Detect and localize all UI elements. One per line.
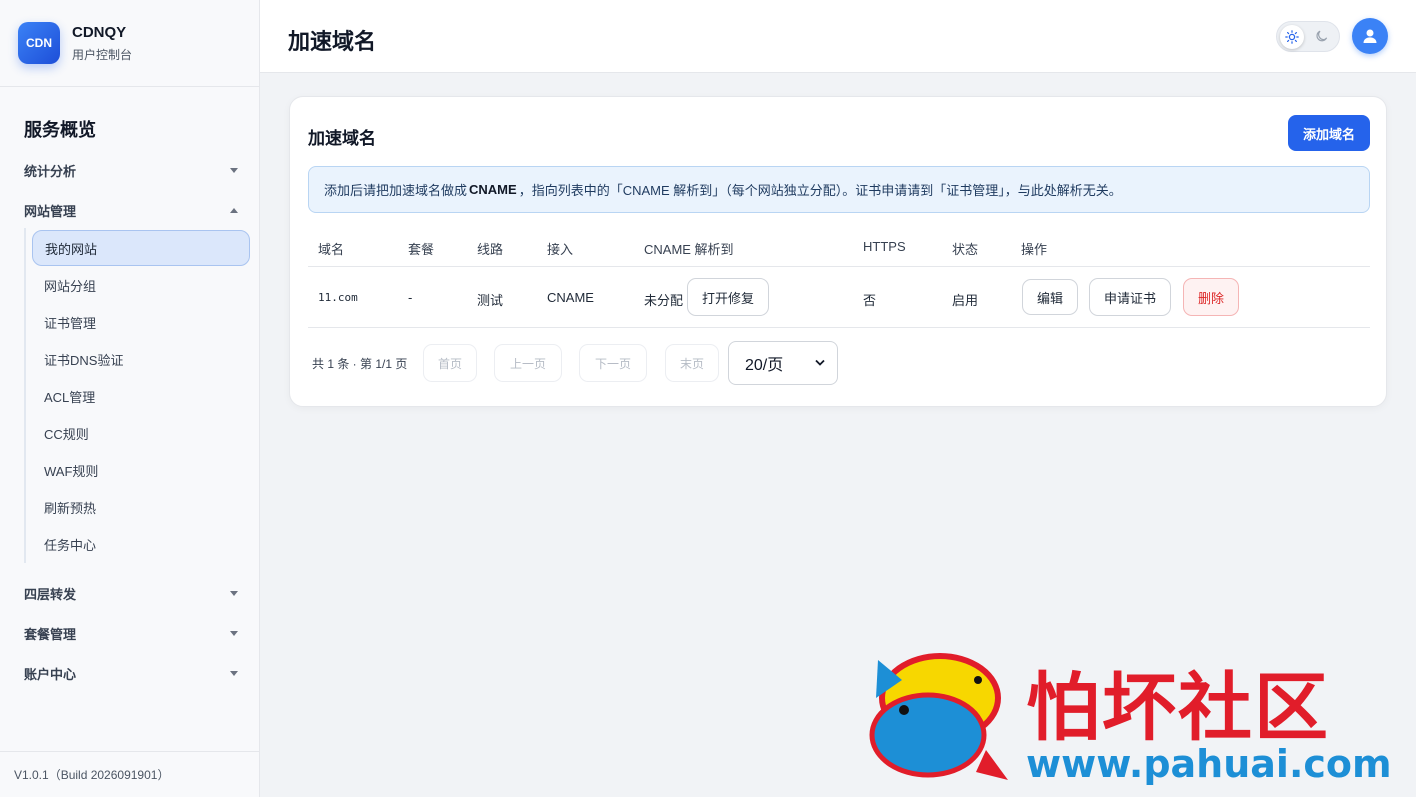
sidebar-group-label: 四层转发	[24, 586, 77, 602]
sidebar-item-certificates[interactable]: 证书管理	[26, 304, 250, 341]
user-icon	[1363, 29, 1377, 43]
sidebar-title: 服务概览	[24, 120, 96, 140]
sidebar-group-label: 网站管理	[24, 203, 77, 219]
sidebar-item-cc-rules[interactable]: CC规则	[26, 415, 250, 452]
add-domain-button[interactable]: 添加域名	[1288, 115, 1370, 151]
cell-line: 测试	[477, 293, 504, 308]
cell-access: CNAME	[547, 290, 594, 305]
sidebar-group-stats[interactable]: 统计分析	[24, 160, 238, 180]
brand-name: CDNQY	[72, 23, 127, 41]
column-header-access: 接入	[547, 242, 574, 257]
page-title: 加速域名	[288, 29, 377, 54]
sidebar-item-acl[interactable]: ACL管理	[26, 378, 250, 415]
watermark-fish-logo	[869, 653, 1008, 780]
theme-toggle[interactable]	[1276, 21, 1340, 52]
sidebar-item-refresh[interactable]: 刷新预热	[26, 489, 250, 526]
watermark-url: www.pahuai.com	[1026, 742, 1392, 786]
last-page-button[interactable]: 末页	[665, 344, 719, 382]
sidebar-group-label: 统计分析	[24, 163, 77, 179]
chevron-down-icon	[815, 359, 825, 366]
notice-banner: 添加后请把加速域名做成 CNAME ，指向列表中的「CNAME 解析到」（每个网…	[308, 166, 1370, 213]
chevron-up-icon	[230, 207, 238, 213]
apply-cert-button[interactable]: 申请证书	[1089, 278, 1171, 316]
sidebar-group-account[interactable]: 账户中心	[24, 663, 238, 683]
chevron-down-icon	[230, 167, 238, 173]
edit-button[interactable]: 编辑	[1022, 279, 1078, 315]
sun-icon	[1280, 25, 1304, 49]
sidebar-group-l4[interactable]: 四层转发	[24, 583, 238, 603]
sidebar-subnav: 我的网站 网站分组 证书管理 证书DNS验证 ACL管理 CC规则 WAF规则 …	[24, 228, 250, 563]
notice-suffix: ，指向列表中的「CNAME 解析到」（每个网站独立分配）。证书申请请到「证书管理…	[518, 183, 1122, 198]
page-size-value: 20/页	[745, 357, 784, 374]
sidebar-group-plans[interactable]: 套餐管理	[24, 623, 238, 643]
sidebar-item-waf-rules[interactable]: WAF规则	[26, 452, 250, 489]
domains-card: 加速域名 添加域名 添加后请把加速域名做成 CNAME ，指向列表中的「CNAM…	[289, 96, 1387, 407]
column-header-cname: CNAME 解析到	[644, 242, 734, 257]
sidebar-item-cert-dns[interactable]: 证书DNS验证	[26, 341, 250, 378]
column-header-plan: 套餐	[408, 242, 435, 257]
notice-prefix: 添加后请把加速域名做成	[324, 183, 468, 198]
column-header-domain: 域名	[318, 242, 345, 257]
column-header-status: 状态	[952, 242, 979, 257]
cell-plan: -	[408, 290, 413, 305]
chevron-down-icon	[230, 670, 238, 676]
cell-cname: 未分配	[644, 293, 684, 308]
page-size-select[interactable]: 20/页	[728, 341, 838, 385]
column-header-actions: 操作	[1021, 242, 1048, 257]
chevron-down-icon	[230, 590, 238, 596]
user-avatar[interactable]	[1352, 18, 1388, 54]
watermark-text: 怕坏社区	[1026, 665, 1330, 751]
brand-subtitle: 用户控制台	[72, 47, 133, 62]
sidebar-group-sites[interactable]: 网站管理	[24, 200, 238, 220]
version-label: V1.0.1（Build 2026091901）	[0, 751, 259, 797]
column-header-line: 线路	[477, 242, 504, 257]
topbar: 加速域名	[260, 0, 1416, 73]
open-repair-button[interactable]: 打开修复	[687, 278, 769, 316]
sidebar-group-label: 账户中心	[24, 666, 77, 682]
sidebar-item-my-sites[interactable]: 我的网站	[32, 230, 250, 266]
moon-icon	[1315, 29, 1329, 48]
column-header-https: HTTPS	[863, 239, 906, 254]
sidebar: CDN CDNQY 用户控制台 服务概览 统计分析 网站管理 我的网站 网站分组…	[0, 0, 260, 797]
card-title: 加速域名	[308, 129, 376, 148]
notice-bold: CNAME	[469, 182, 517, 197]
next-page-button[interactable]: 下一页	[579, 344, 647, 382]
row-divider	[308, 327, 1370, 328]
brand: CDN CDNQY 用户控制台	[0, 0, 259, 87]
cell-domain: 11.com	[318, 291, 358, 304]
chevron-down-icon	[230, 630, 238, 636]
first-page-button[interactable]: 首页	[423, 344, 477, 382]
header-divider	[308, 266, 1370, 267]
brand-logo: CDN	[18, 22, 60, 64]
prev-page-button[interactable]: 上一页	[494, 344, 562, 382]
sidebar-group-label: 套餐管理	[24, 626, 77, 642]
delete-button[interactable]: 删除	[1183, 278, 1239, 316]
pagination-info: 共 1 条 · 第 1/1 页	[312, 357, 408, 371]
cell-https: 否	[863, 293, 877, 308]
sidebar-item-tasks[interactable]: 任务中心	[26, 526, 250, 563]
sidebar-item-site-groups[interactable]: 网站分组	[26, 267, 250, 304]
cell-status: 启用	[952, 293, 979, 308]
